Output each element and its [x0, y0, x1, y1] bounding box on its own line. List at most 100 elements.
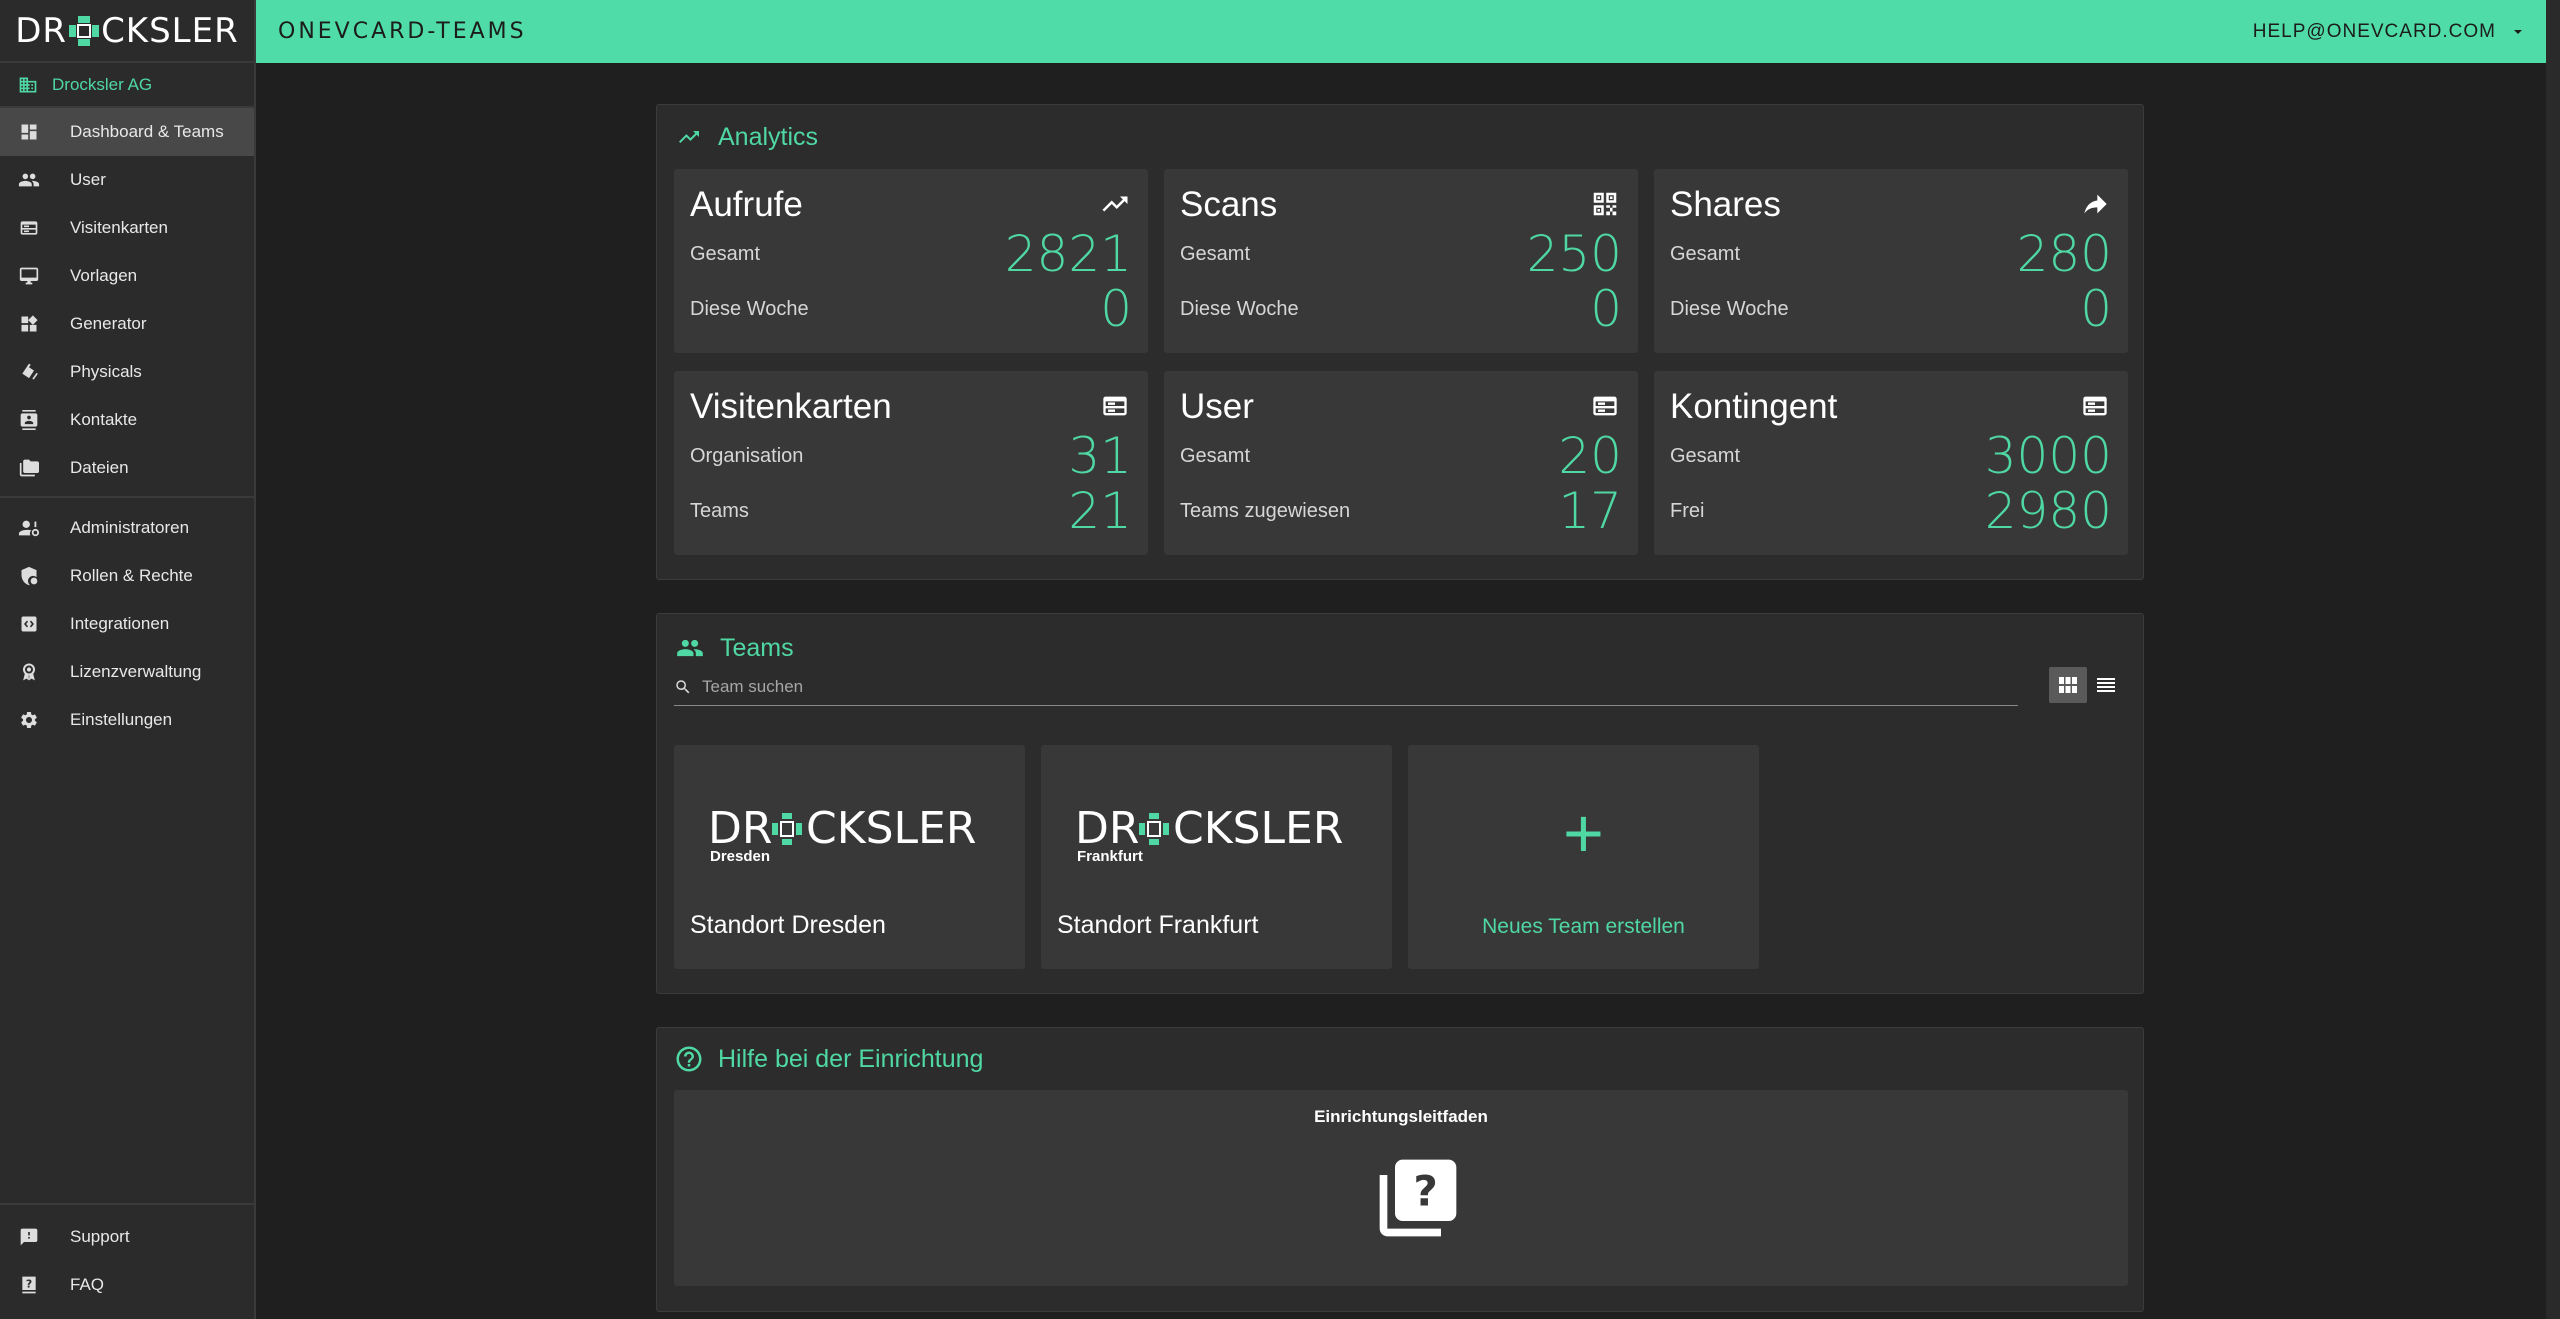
stat-card-visitenkarten: Visitenkarten Organisation 31 Teams 21: [674, 371, 1148, 555]
sidebar-item-label: Visitenkarten: [70, 218, 168, 237]
sidebar-item-visitenkarten[interactable]: Visitenkarten: [0, 204, 254, 252]
stat-label: Teams zugewiesen: [1180, 499, 1351, 522]
setup-guide-card[interactable]: Einrichtungsleitfaden ?: [674, 1090, 2128, 1286]
folder-icon: [18, 457, 40, 479]
svg-text:DR: DR: [1075, 805, 1139, 854]
monitor-icon: [18, 265, 40, 287]
account-email: HELP@ONEVCARD.COM: [2252, 20, 2496, 42]
setup-guide-title: Einrichtungsleitfaden: [1314, 1107, 1488, 1126]
sidebar-item-label: Lizenzverwaltung: [70, 662, 202, 681]
stat-value: 0: [1100, 280, 1132, 338]
search-input[interactable]: [702, 676, 2002, 697]
grid-view-button[interactable]: [2049, 667, 2087, 703]
sidebar-item-label: Integrationen: [70, 614, 170, 633]
nfc-tag-icon: [18, 361, 40, 383]
brand-logo-mark-icon: [69, 15, 100, 46]
nav-divider: [0, 496, 254, 498]
stat-value: 2980: [1984, 482, 2112, 540]
svg-text:DR: DR: [708, 805, 772, 854]
svg-text:?: ?: [1413, 1167, 1437, 1216]
card-icon: [1098, 391, 1132, 421]
org-switcher[interactable]: Drocksler AG: [0, 63, 254, 108]
card-icon: [1588, 391, 1622, 421]
help-panel: Hilfe bei der Einrichtung Einrichtungsle…: [656, 1027, 2144, 1312]
sidebar-item-label: FAQ: [70, 1275, 105, 1294]
sidebar-item-user[interactable]: User: [0, 156, 254, 204]
list-view-button[interactable]: [2087, 667, 2125, 703]
stat-value: 0: [2080, 280, 2112, 338]
teams-title: Teams: [720, 633, 794, 662]
sidebar-item-label: Generator: [70, 314, 147, 333]
team-logo-icon: DR CKSLER Dresden: [708, 805, 976, 865]
team-card-frankfurt[interactable]: DR CKSLER Frankfurt Standort Frankfurt: [1041, 745, 1392, 969]
view-toggle: [2049, 667, 2125, 703]
stat-value: 20: [1558, 427, 1622, 485]
stat-card-aufrufe: Aufrufe Gesamt 2821 Diese Woche 0: [674, 169, 1148, 353]
stat-label: Frei: [1670, 499, 1705, 522]
sidebar-item-label: Support: [70, 1227, 130, 1246]
contact-icon: [18, 409, 40, 431]
plus-icon: +: [1563, 794, 1604, 872]
stat-title: Aufrufe: [690, 185, 803, 224]
sidebar-item-physicals[interactable]: Physicals: [0, 348, 254, 396]
help-library-icon: ?: [1379, 1159, 1457, 1237]
stat-label: Organisation: [690, 444, 804, 467]
sidebar-item-integrationen[interactable]: Integrationen: [0, 600, 254, 648]
building-icon: [19, 77, 37, 92]
shield-icon: [18, 565, 40, 587]
account-menu[interactable]: HELP@ONEVCARD.COM: [2253, 21, 2524, 43]
analytics-header: Analytics: [657, 105, 2143, 169]
stat-card-user: User Gesamt 20 Teams zugewiesen 17: [1164, 371, 1638, 555]
stat-value: 17: [1558, 482, 1622, 540]
team-logo-icon: DR CKSLER Frankfurt: [1075, 805, 1343, 865]
help-circle-icon: [676, 1046, 702, 1072]
team-card-dresden[interactable]: DR CKSLER Dresden Standort Dresden: [674, 745, 1025, 969]
help-header: Hilfe bei der Einrichtung: [657, 1028, 2143, 1090]
sidebar-item-label: Administratoren: [70, 518, 190, 537]
sidebar-item-administratoren[interactable]: Administratoren: [0, 504, 254, 552]
stat-title: Kontingent: [1670, 387, 1838, 426]
sidebar-item-einstellungen[interactable]: Einstellungen: [0, 696, 254, 744]
search-icon: [676, 679, 690, 693]
new-team-button[interactable]: + Neues Team erstellen: [1408, 745, 1759, 969]
stat-value: 2821: [1004, 225, 1132, 283]
team-search: [674, 668, 2018, 706]
stat-label: Gesamt: [690, 242, 761, 265]
svg-text:Frankfurt: Frankfurt: [1077, 848, 1143, 865]
analytics-title: Analytics: [718, 122, 819, 151]
bottom-nav: Support ? FAQ: [0, 1203, 254, 1319]
sidebar-item-generator[interactable]: Generator: [0, 300, 254, 348]
stat-value: 250: [1526, 225, 1622, 283]
brand-logo-text-right: CKSLER: [101, 10, 239, 51]
widgets-icon: [18, 313, 40, 335]
sidebar-item-kontakte[interactable]: Kontakte: [0, 396, 254, 444]
list-icon: [2097, 678, 2115, 692]
sidebar-item-label: Vorlagen: [70, 266, 138, 285]
sidebar-item-dashboard[interactable]: Dashboard & Teams: [0, 108, 254, 156]
stat-cards: Aufrufe Gesamt 2821 Diese Woche 0 Scans Ge…: [674, 169, 2128, 555]
stat-label: Diese Woche: [1670, 297, 1789, 320]
stat-label: Diese Woche: [690, 297, 809, 320]
chevron-down-icon: [2514, 29, 2522, 34]
brand-logo[interactable]: DR CKSLER: [0, 0, 254, 63]
people-icon: [677, 639, 703, 657]
stat-label: Gesamt: [1180, 444, 1251, 467]
sidebar-item-support[interactable]: Support: [0, 1213, 254, 1261]
stat-value: 3000: [1984, 427, 2112, 485]
sidebar-item-dateien[interactable]: Dateien: [0, 444, 254, 492]
stat-label: Gesamt: [1180, 242, 1251, 265]
sidebar-item-rollen[interactable]: Rollen & Rechte: [0, 552, 254, 600]
stat-value: 21: [1068, 482, 1132, 540]
license-icon: [18, 661, 40, 683]
topbar: ONEVCARD-TEAMS HELP@ONEVCARD.COM: [256, 0, 2546, 63]
scrollbar[interactable]: [2546, 0, 2560, 1319]
sidebar-item-lizenzverwaltung[interactable]: Lizenzverwaltung: [0, 648, 254, 696]
stat-label: Gesamt: [1670, 444, 1741, 467]
dashboard-icon: [18, 121, 40, 143]
card-icon: [18, 217, 40, 239]
sidebar-item-label: Dashboard & Teams: [70, 122, 224, 141]
qr-code-icon: [1588, 189, 1622, 219]
sidebar-item-faq[interactable]: ? FAQ: [0, 1261, 254, 1309]
integration-icon: [18, 613, 40, 635]
sidebar-item-vorlagen[interactable]: Vorlagen: [0, 252, 254, 300]
